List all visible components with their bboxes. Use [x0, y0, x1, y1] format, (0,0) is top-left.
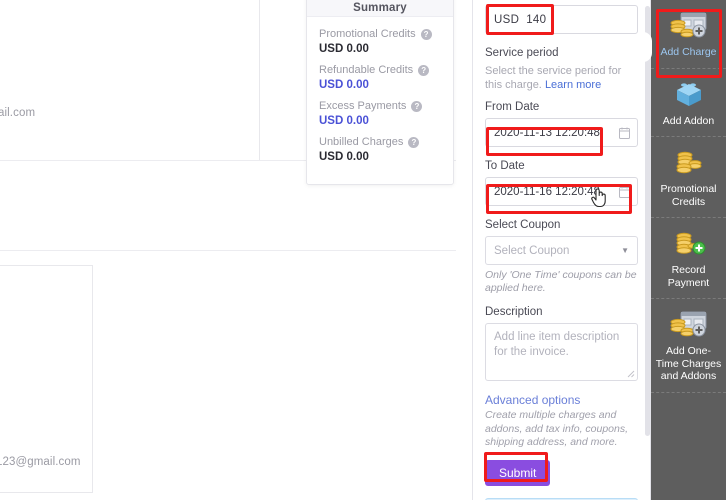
- service-period-label: Service period: [485, 47, 559, 59]
- rail-label-add-charge: Add Charge: [660, 46, 717, 58]
- description-label: Description: [485, 306, 543, 318]
- select-coupon-label: Select Coupon: [485, 219, 561, 231]
- summary-row-unbilled-charges: Unbilled Charges ? USD 0.00: [319, 135, 441, 164]
- summary-label-text: Promotional Credits: [319, 28, 416, 40]
- help-icon[interactable]: ?: [408, 136, 420, 148]
- quick-actions-rail: Add Charge Add Addon Promotional Credits…: [643, 0, 726, 500]
- summary-label-unbilled-charges: Unbilled Charges ?: [319, 135, 441, 149]
- resize-grip-icon[interactable]: [627, 370, 635, 378]
- coupon-note: Only 'One Time' coupons can be applied h…: [485, 269, 637, 294]
- learn-more-link[interactable]: Learn more: [545, 79, 601, 91]
- rail-label-add-one-time-charges-and-addons: Add One-Time Charges and Addons: [655, 345, 722, 382]
- email-fragment-bottom: 123@gmail.com: [0, 456, 81, 468]
- form-inner: USD 140 Service period Select the servic…: [473, 5, 650, 500]
- calendar-icon: [619, 186, 630, 198]
- description-placeholder: Add line item description for the invoic…: [494, 331, 620, 358]
- from-date-field[interactable]: 2020-11-13 12:20:48: [485, 118, 638, 147]
- summary-row-promotional-credits: Promotional Credits ? USD 0.00: [319, 27, 441, 56]
- add-one-time-charges-icon: [670, 311, 706, 337]
- rail-label-promotional-credits: Promotional Credits: [660, 183, 717, 208]
- to-date-field[interactable]: 2020-11-16 12:20:48: [485, 177, 638, 206]
- submit-button[interactable]: Submit: [485, 459, 551, 486]
- summary-label-text: Refundable Credits: [319, 64, 414, 76]
- rail-label-add-addon: Add Addon: [662, 114, 715, 127]
- description-textarea[interactable]: Add line item description for the invoic…: [485, 323, 638, 381]
- summary-title: Summary: [353, 2, 407, 14]
- to-date-label: To Date: [485, 160, 525, 172]
- rail-item-add-charge[interactable]: Add Charge: [651, 0, 726, 69]
- chevron-down-icon: ▼: [621, 246, 629, 255]
- summary-value-promotional-credits: USD 0.00: [319, 43, 369, 55]
- service-period-help: Select the service period for this charg…: [485, 64, 638, 92]
- help-icon[interactable]: ?: [420, 28, 432, 40]
- email-fragment-top: ail.com: [0, 107, 36, 119]
- add-charge-form-panel: USD 140 Service period Select the servic…: [472, 0, 651, 500]
- promotional-credits-icon: [676, 151, 701, 174]
- help-icon[interactable]: ?: [418, 64, 430, 76]
- add-addon-icon: [676, 82, 701, 106]
- summary-body: Promotional Credits ? USD 0.00 Refundabl…: [307, 17, 453, 164]
- form-panel-scrollbar[interactable]: [645, 0, 650, 500]
- rail-item-add-addon[interactable]: Add Addon: [651, 69, 726, 137]
- to-date-calendar-button[interactable]: [611, 177, 638, 206]
- form-panel-scrollbar-thumb[interactable]: [645, 6, 650, 436]
- summary-label-text: Excess Payments: [319, 100, 407, 112]
- rail-item-add-one-time-charges-and-addons[interactable]: Add One-Time Charges and Addons: [651, 299, 726, 393]
- rail-item-record-payment[interactable]: Record Payment: [651, 218, 726, 299]
- advanced-options-description: Create multiple charges and addons, add …: [485, 409, 629, 448]
- from-date-calendar-button[interactable]: [611, 118, 638, 147]
- summary-value-excess-payments: USD 0.00: [319, 115, 369, 127]
- record-payment-icon: [676, 232, 705, 255]
- background-card-top: [0, 0, 260, 161]
- summary-value-refundable-credits: USD 0.00: [319, 79, 369, 91]
- add-charge-icon: [670, 12, 706, 38]
- summary-label-refundable-credits: Refundable Credits ?: [319, 63, 441, 77]
- summary-label-text: Unbilled Charges: [319, 136, 404, 148]
- summary-label-excess-payments: Excess Payments ?: [319, 99, 441, 113]
- summary-card: Summary Promotional Credits ? USD 0.00 R…: [306, 0, 454, 185]
- select-coupon-placeholder: Select Coupon: [494, 244, 570, 257]
- summary-row-refundable-credits: Refundable Credits ? USD 0.00: [319, 63, 441, 92]
- calendar-icon: [619, 127, 630, 139]
- amount-currency: USD: [494, 13, 520, 26]
- summary-label-promotional-credits: Promotional Credits ?: [319, 27, 441, 41]
- advanced-options-link[interactable]: Advanced options: [485, 393, 638, 408]
- summary-value-unbilled-charges: USD 0.00: [319, 151, 369, 163]
- help-icon[interactable]: ?: [411, 100, 423, 112]
- amount-input[interactable]: USD 140: [485, 5, 638, 34]
- rail-item-promotional-credits[interactable]: Promotional Credits: [651, 137, 726, 218]
- select-coupon-dropdown[interactable]: Select Coupon ▼: [485, 236, 638, 265]
- summary-header: Summary: [307, 0, 453, 17]
- screen-root: ail.com 123@gmail.com Summary Promotiona…: [0, 0, 726, 500]
- summary-row-excess-payments: Excess Payments ? USD 0.00: [319, 99, 441, 128]
- from-date-label: From Date: [485, 101, 540, 113]
- background-divider-2: [0, 250, 456, 251]
- amount-value: 140: [526, 13, 547, 26]
- rail-label-record-payment: Record Payment: [667, 264, 710, 289]
